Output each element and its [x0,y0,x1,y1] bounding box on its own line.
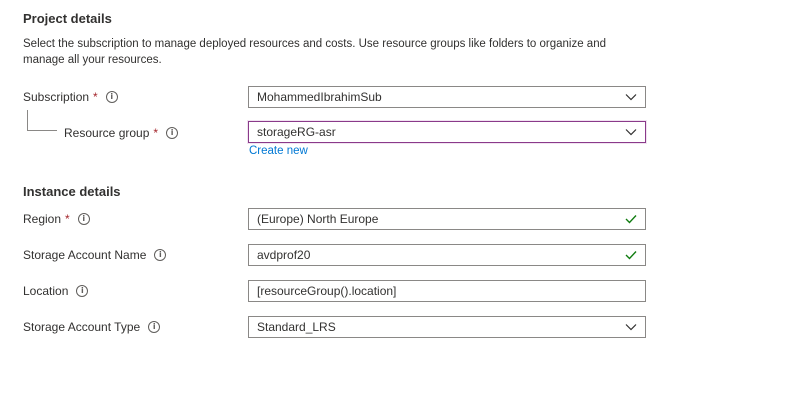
storage-account-type-label: Storage Account Type [23,320,141,334]
info-icon[interactable]: i [77,213,90,225]
storage-account-type-label-row: Storage Account Type i [23,317,161,337]
storage-account-type-dropdown[interactable]: Standard_LRS [248,316,646,338]
required-asterisk: * [93,90,98,104]
resource-group-dropdown[interactable]: storageRG-asr [248,121,646,143]
resource-group-value: storageRG-asr [257,125,336,139]
location-input[interactable]: [resourceGroup().location] [248,280,646,302]
subscription-label: Subscription [23,90,90,104]
tree-connector-horizontal [27,130,57,131]
region-label-row: Region * i [23,209,90,229]
required-asterisk: * [65,212,70,226]
chevron-down-icon [625,94,637,101]
instance-details-heading: Instance details [23,184,121,199]
location-label: Location [23,284,69,298]
location-value: [resourceGroup().location] [257,284,397,298]
region-label: Region [23,212,62,226]
resource-group-label: Resource group [64,126,150,140]
checkmark-icon [625,251,637,260]
subscription-label-row: Subscription * i [23,87,118,107]
chevron-down-icon [625,324,637,331]
storage-account-name-value: avdprof20 [257,248,311,262]
info-icon[interactable]: i [148,321,161,333]
storage-account-type-value: Standard_LRS [257,320,336,334]
info-icon[interactable]: i [166,127,179,139]
region-dropdown[interactable]: (Europe) North Europe [248,208,646,230]
chevron-down-icon [625,129,637,136]
info-icon[interactable]: i [105,91,118,103]
info-icon[interactable]: i [76,285,89,297]
tree-connector-vertical [27,110,28,130]
project-details-heading: Project details [23,11,112,26]
info-icon[interactable]: i [154,249,167,261]
subscription-dropdown[interactable]: MohammedIbrahimSub [248,86,646,108]
create-new-link[interactable]: Create new [249,145,308,157]
storage-account-name-label-row: Storage Account Name i [23,245,167,265]
resource-group-label-row: Resource group * i [64,123,179,143]
storage-account-name-input[interactable]: avdprof20 [248,244,646,266]
location-label-row: Location i [23,281,89,301]
required-asterisk: * [153,126,159,140]
subscription-value: MohammedIbrahimSub [257,90,382,104]
checkmark-icon [625,215,637,224]
project-details-description: Select the subscription to manage deploy… [23,38,606,66]
region-value: (Europe) North Europe [257,212,379,226]
storage-account-name-label: Storage Account Name [23,248,147,262]
